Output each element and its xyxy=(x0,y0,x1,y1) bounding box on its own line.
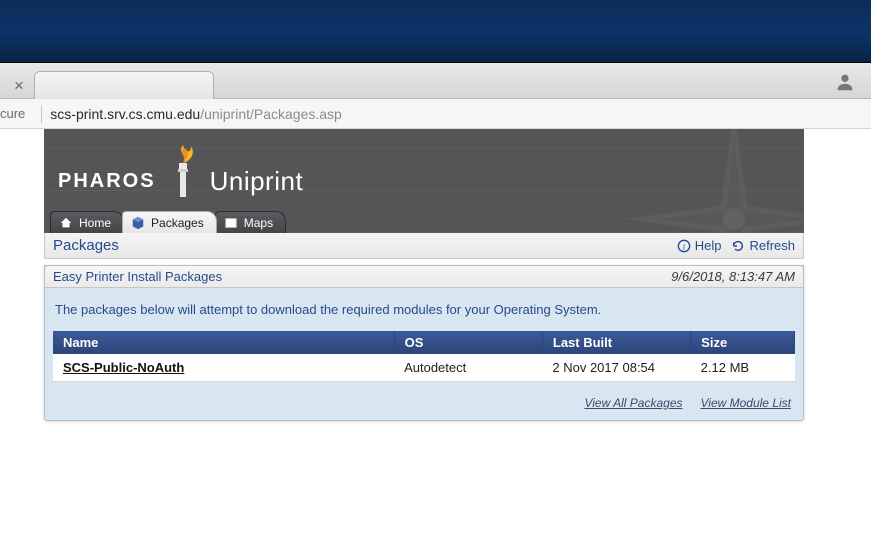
cell-size: 2.12 MB xyxy=(691,354,795,382)
refresh-icon xyxy=(731,239,745,253)
panel-message: The packages below will attempt to downl… xyxy=(45,288,803,331)
cell-os: Autodetect xyxy=(394,354,542,382)
packages-table: Name OS Last Built Size SCS-Public-NoAut… xyxy=(53,331,795,382)
col-last-built: Last Built xyxy=(542,331,690,354)
view-all-packages-link[interactable]: View All Packages xyxy=(584,396,682,410)
url-path: /uniprint/Packages.asp xyxy=(200,106,342,122)
refresh-link[interactable]: Refresh xyxy=(731,238,795,253)
torch-icon xyxy=(166,143,200,203)
browser-tab[interactable] xyxy=(34,71,214,99)
url-host: scs-print.srv.cs.cmu.edu xyxy=(50,106,200,122)
close-tab-button[interactable]: × xyxy=(14,77,24,94)
col-os: OS xyxy=(394,331,542,354)
cell-last-built: 2 Nov 2017 08:54 xyxy=(542,354,690,382)
address-separator xyxy=(41,105,42,123)
brand-uniprint-text: Uniprint xyxy=(210,166,304,197)
refresh-label: Refresh xyxy=(749,238,795,253)
panel-timestamp: 9/6/2018, 8:13:47 AM xyxy=(671,269,795,284)
nav-tab-label: Home xyxy=(79,216,111,230)
secure-label: cure xyxy=(0,106,33,121)
nav-tab-label: Packages xyxy=(151,216,204,230)
table-row: SCS-Public-NoAuth Autodetect 2 Nov 2017 … xyxy=(53,354,795,382)
nav-tab-packages[interactable]: Packages xyxy=(122,211,217,233)
panel-title: Easy Printer Install Packages xyxy=(53,269,222,284)
col-size: Size xyxy=(691,331,795,354)
help-icon: i xyxy=(677,239,691,253)
brand-pharos-text: PHAROS xyxy=(58,170,156,193)
package-icon xyxy=(131,216,145,230)
nav-tabs: Home Packages Maps xyxy=(50,211,284,233)
nav-tab-label: Maps xyxy=(244,216,273,230)
page-header-bar: Packages i Help Refresh xyxy=(44,233,804,259)
nav-tab-maps[interactable]: Maps xyxy=(215,211,286,233)
help-link[interactable]: i Help xyxy=(677,238,722,253)
page-container: PHAROS Uniprint Home Pac xyxy=(44,129,804,421)
cell-name: SCS-Public-NoAuth xyxy=(53,354,394,382)
os-titlebar xyxy=(0,0,871,63)
panel-footer: View All Packages View Module List xyxy=(45,388,803,420)
package-link[interactable]: SCS-Public-NoAuth xyxy=(63,360,184,375)
map-icon xyxy=(224,216,238,230)
view-module-list-link[interactable]: View Module List xyxy=(701,396,792,410)
svg-text:i: i xyxy=(683,241,686,251)
home-icon xyxy=(59,216,73,230)
banner: PHAROS Uniprint Home Pac xyxy=(44,129,804,233)
nav-tab-home[interactable]: Home xyxy=(50,211,124,233)
browser-tabstrip: × xyxy=(0,63,871,99)
brand: PHAROS Uniprint xyxy=(58,159,303,203)
page-title: Packages xyxy=(53,237,119,254)
packages-panel: Easy Printer Install Packages 9/6/2018, … xyxy=(44,265,804,421)
compass-decoration xyxy=(624,129,804,233)
col-name: Name xyxy=(53,331,394,354)
user-profile-icon[interactable] xyxy=(834,71,856,93)
table-header-row: Name OS Last Built Size xyxy=(53,331,795,354)
panel-titlebar: Easy Printer Install Packages 9/6/2018, … xyxy=(45,266,803,288)
browser-address-bar[interactable]: cure scs-print.srv.cs.cmu.edu/uniprint/P… xyxy=(0,99,871,129)
help-label: Help xyxy=(695,238,722,253)
